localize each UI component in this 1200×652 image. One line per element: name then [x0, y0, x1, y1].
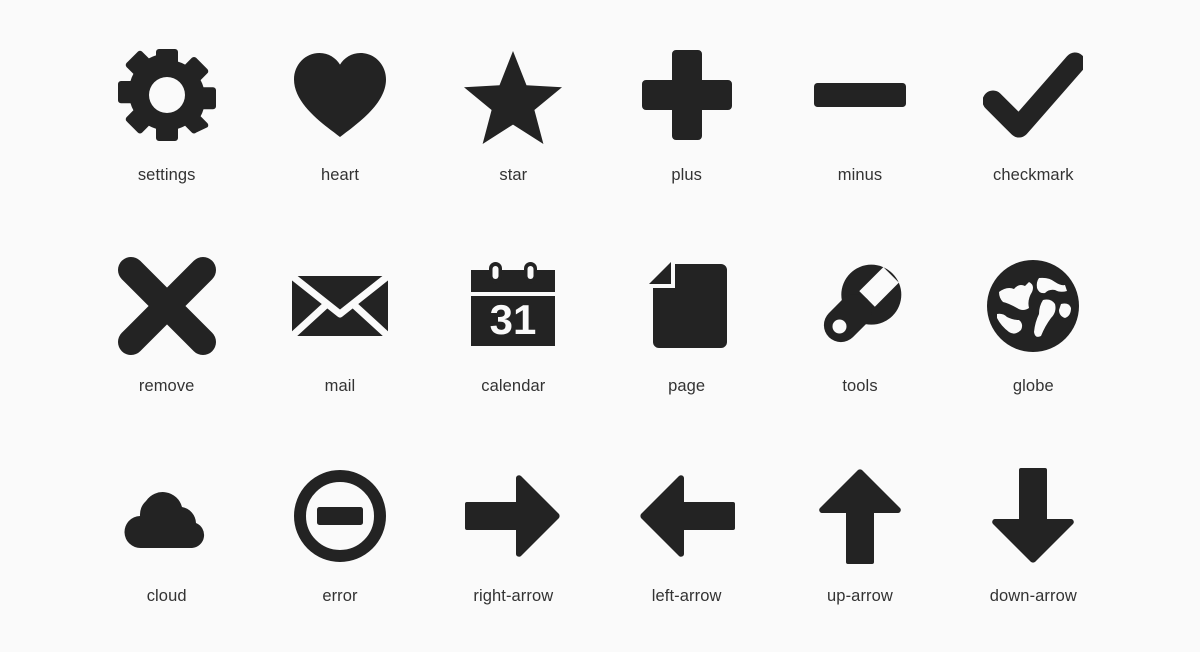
icon-label: tools: [842, 376, 878, 395]
icon-label: mail: [324, 376, 356, 395]
icon-label: calendar: [481, 376, 546, 395]
icon-cell-globe[interactable]: globe: [947, 219, 1120, 430]
icon-label: star: [499, 166, 528, 185]
icon-cell-up-arrow[interactable]: up-arrow: [773, 429, 946, 640]
icon-cell-down-arrow[interactable]: down-arrow: [947, 429, 1120, 640]
plus-icon[interactable]: [635, 43, 739, 147]
star-icon[interactable]: [461, 43, 565, 147]
icon-cell-tools[interactable]: tools: [773, 219, 946, 430]
icon-cell-star[interactable]: star: [427, 8, 600, 219]
x-cross-icon[interactable]: [115, 254, 219, 358]
icon-label: down-arrow: [989, 587, 1077, 606]
icon-cell-error[interactable]: error: [253, 429, 426, 640]
icon-label: checkmark: [992, 166, 1074, 185]
icon-label: globe: [1012, 376, 1054, 395]
icon-label: right-arrow: [473, 587, 554, 606]
icon-grid: settings heart star plus minus checkmark…: [0, 0, 1200, 652]
icon-cell-mail[interactable]: mail: [253, 219, 426, 430]
icon-label: error: [322, 587, 358, 606]
arrow-down-icon[interactable]: [981, 464, 1085, 568]
icon-cell-plus[interactable]: plus: [600, 8, 773, 219]
icon-cell-heart[interactable]: heart: [253, 8, 426, 219]
arrow-up-icon[interactable]: [808, 464, 912, 568]
icon-label: settings: [137, 166, 196, 185]
page-icon[interactable]: [635, 254, 739, 358]
envelope-icon[interactable]: [288, 254, 392, 358]
calendar-icon[interactable]: 31: [461, 254, 565, 358]
arrow-left-icon[interactable]: [635, 464, 739, 568]
icon-label: remove: [138, 376, 195, 395]
icon-cell-page[interactable]: page: [600, 219, 773, 430]
icon-cell-minus[interactable]: minus: [773, 8, 946, 219]
calendar-day-number: 31: [490, 296, 537, 343]
minus-icon[interactable]: [808, 43, 912, 147]
icon-cell-calendar[interactable]: 31 calendar: [427, 219, 600, 430]
icon-label: up-arrow: [827, 587, 893, 606]
cloud-icon[interactable]: [115, 464, 219, 568]
checkmark-icon[interactable]: [981, 43, 1085, 147]
icon-cell-cloud[interactable]: cloud: [80, 429, 253, 640]
icon-label: page: [668, 376, 706, 395]
gear-icon[interactable]: [115, 43, 219, 147]
wrench-icon[interactable]: [808, 254, 912, 358]
icon-label: minus: [837, 166, 883, 185]
icon-cell-remove[interactable]: remove: [80, 219, 253, 430]
icon-label: plus: [671, 166, 702, 185]
icon-cell-settings[interactable]: settings: [80, 8, 253, 219]
arrow-right-icon[interactable]: [461, 464, 565, 568]
icon-cell-checkmark[interactable]: checkmark: [947, 8, 1120, 219]
icon-cell-right-arrow[interactable]: right-arrow: [427, 429, 600, 640]
minus-circle-icon[interactable]: [288, 464, 392, 568]
globe-icon[interactable]: [981, 254, 1085, 358]
icon-label: left-arrow: [651, 587, 722, 606]
icon-label: cloud: [146, 587, 187, 606]
icon-label: heart: [320, 166, 360, 185]
icon-cell-left-arrow[interactable]: left-arrow: [600, 429, 773, 640]
heart-icon[interactable]: [288, 43, 392, 147]
